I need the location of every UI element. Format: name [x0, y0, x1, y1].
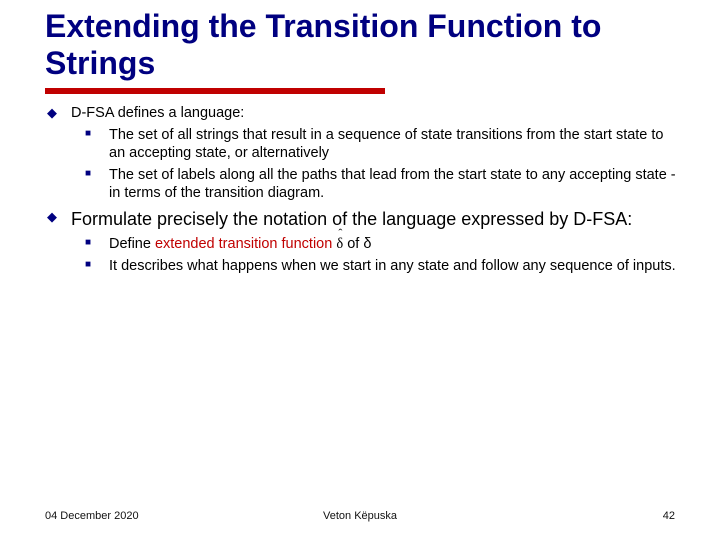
- footer-page: 42: [663, 510, 675, 522]
- bullet-1-sub-2: The set of labels along all the paths th…: [83, 166, 680, 202]
- bullet-1-text: D-FSA defines a language:: [71, 105, 244, 121]
- bullet-2: Formulate precisely the notation of the …: [45, 208, 680, 275]
- bullet-2-text: Formulate precisely the notation of the …: [71, 209, 632, 229]
- b2s1-pre: Define: [109, 236, 155, 252]
- slide-footer: 04 December 2020 Veton Këpuska 42: [45, 510, 675, 522]
- title-underline: [45, 88, 385, 94]
- bullet-2-sub-1: Define extended transition function ˆδ o…: [83, 235, 680, 253]
- page-title: Extending the Transition Function to Str…: [45, 8, 680, 82]
- slide-body: D-FSA defines a language: The set of all…: [45, 104, 680, 275]
- footer-date: 04 December 2020: [45, 510, 139, 522]
- bullet-1-sub-1: The set of all strings that result in a …: [83, 126, 680, 162]
- bullet-1: D-FSA defines a language: The set of all…: [45, 104, 680, 203]
- b2s1-post: of δ: [343, 236, 371, 252]
- bullet-2-sub-2: It describes what happens when we start …: [83, 257, 680, 275]
- footer-author: Veton Këpuska: [323, 510, 397, 522]
- delta-hat-icon: ˆδ: [336, 235, 343, 253]
- b2s1-hl: extended transition function: [155, 236, 332, 252]
